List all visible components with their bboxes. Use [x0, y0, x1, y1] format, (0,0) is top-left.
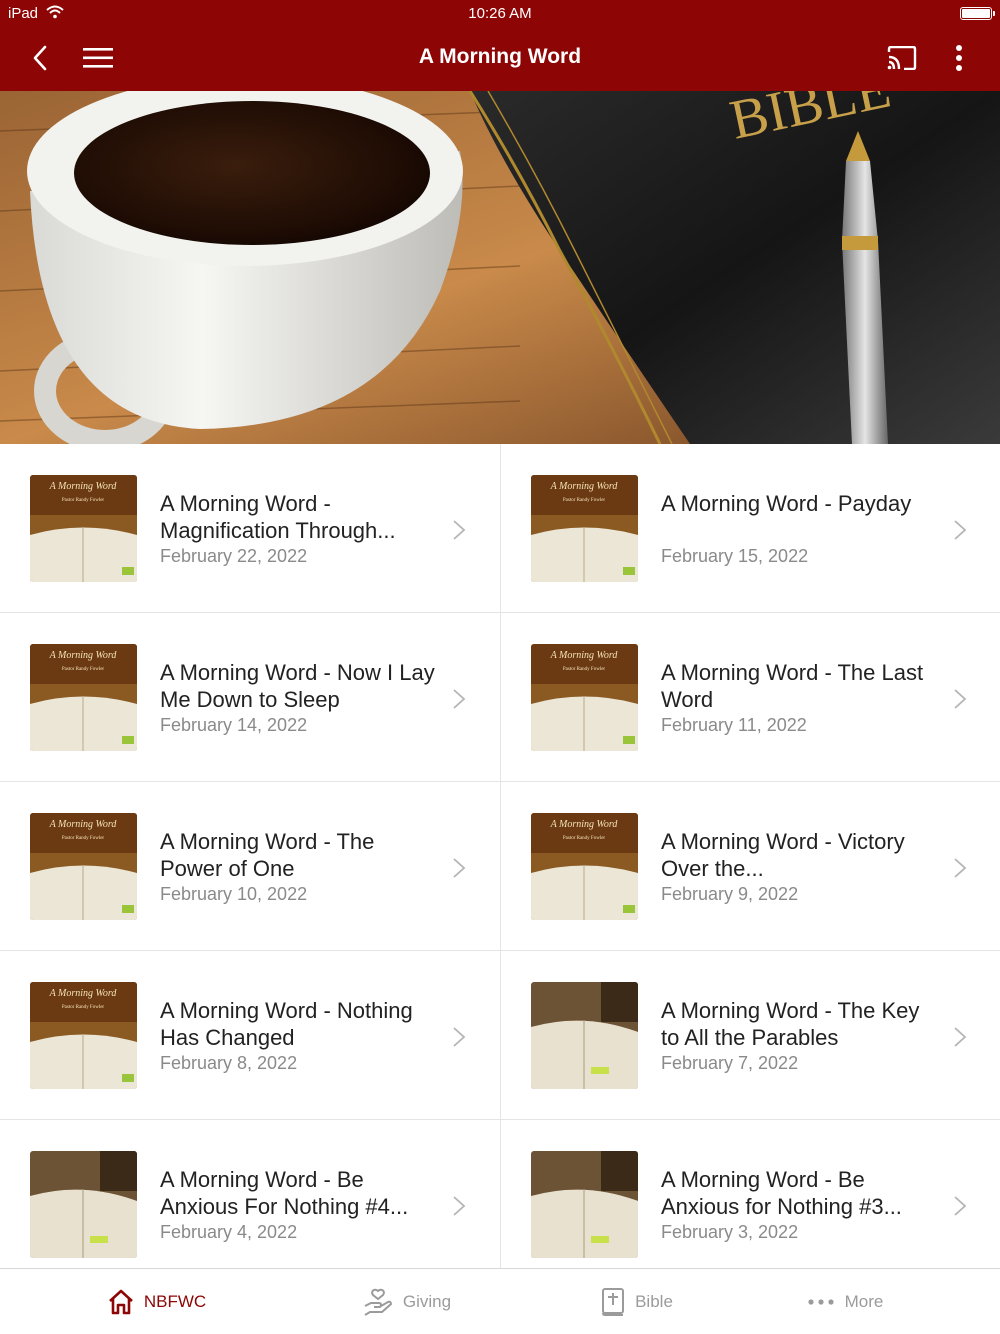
tab-bible[interactable]: Bible: [537, 1269, 737, 1334]
top-bar: iPad 10:26 AM A Morning Word: [0, 0, 1000, 91]
item-title: A Morning Word - The Key to All the Para…: [661, 998, 920, 1050]
tab-label: Bible: [635, 1292, 673, 1311]
battery-icon: [960, 7, 995, 20]
hero-image: BIBLE: [0, 91, 1000, 444]
svg-text:Pastor Randy Fowler: Pastor Randy Fowler: [62, 667, 105, 672]
item-date: February 22, 2022: [160, 546, 308, 566]
back-button[interactable]: [20, 38, 60, 78]
chevron-left-icon: [33, 45, 47, 71]
svg-text:Pastor Randy Fowler: Pastor Randy Fowler: [563, 836, 606, 841]
chevron-right-icon: [453, 1196, 466, 1216]
svg-text:Pastor Randy Fowler: Pastor Randy Fowler: [62, 498, 105, 503]
more-options-button[interactable]: [939, 38, 979, 78]
item-date: February 8, 2022: [160, 1053, 298, 1073]
hamburger-menu-icon: [83, 48, 113, 68]
tab-nbfwc[interactable]: NBFWC: [57, 1269, 257, 1334]
svg-text:A Morning Word: A Morning Word: [550, 481, 619, 492]
thumbnail-morning-word-cover: A Morning Word Pastor Randy Fowler: [531, 475, 638, 582]
list-item[interactable]: A Morning Word Pastor Randy Fowler A Morn…: [500, 782, 1000, 951]
giving-hand-icon: [364, 1288, 392, 1316]
chevron-right-icon: [954, 1027, 967, 1047]
menu-button[interactable]: [78, 38, 118, 78]
svg-text:A Morning Word: A Morning Word: [550, 819, 619, 830]
item-title: A Morning Word - Be Anxious For Nothing …: [160, 1167, 409, 1219]
item-date: February 4, 2022: [160, 1222, 298, 1242]
tab-label: NBFWC: [143, 1292, 207, 1311]
svg-text:A Morning Word: A Morning Word: [49, 481, 118, 492]
item-date: February 7, 2022: [661, 1053, 799, 1073]
thumbnail-bible-photo: [531, 1151, 638, 1258]
svg-text:A Morning Word: A Morning Word: [49, 650, 118, 661]
cast-button[interactable]: [882, 38, 922, 78]
chevron-right-icon: [954, 520, 967, 540]
list-item[interactable]: A Morning Word Pastor Randy Fowler A Morn…: [0, 444, 500, 613]
item-title: A Morning Word - The Last Word: [661, 660, 924, 712]
chevron-right-icon: [954, 858, 967, 878]
bible-icon: [602, 1288, 625, 1316]
item-title: A Morning Word - Be Anxious for Nothing …: [661, 1167, 902, 1219]
more-vertical-icon: [956, 45, 962, 71]
thumbnail-bible-photo: [30, 1151, 137, 1258]
chevron-right-icon: [954, 1196, 967, 1216]
chevron-right-icon: [453, 520, 466, 540]
chevron-right-icon: [954, 689, 967, 709]
home-icon: [108, 1289, 133, 1315]
status-bar: iPad 10:26 AM: [0, 0, 1000, 28]
tab-more[interactable]: More: [745, 1269, 945, 1334]
item-title: A Morning Word - Victory Over the...: [661, 829, 905, 881]
item-date: February 10, 2022: [160, 884, 308, 904]
thumbnail-morning-word-cover: A Morning Word Pastor Randy Fowler: [531, 644, 638, 751]
item-title: A Morning Word - Nothing Has Changed: [160, 998, 413, 1050]
list-item[interactable]: A Morning Word Pastor Randy Fowler A Morn…: [500, 444, 1000, 613]
svg-text:A Morning Word: A Morning Word: [550, 650, 619, 661]
thumbnail-morning-word-cover: A Morning Word Pastor Randy Fowler: [30, 644, 137, 751]
thumbnail-bible-photo: [531, 982, 638, 1089]
episode-list: A Morning Word Pastor Randy Fowler A Morn…: [0, 444, 1000, 1289]
thumbnail-morning-word-cover: A Morning Word Pastor Randy Fowler: [531, 813, 638, 920]
item-date: February 3, 2022: [661, 1222, 799, 1242]
tab-label: Giving: [402, 1292, 452, 1311]
chevron-right-icon: [453, 1027, 466, 1047]
item-date: February 14, 2022: [160, 715, 308, 735]
tab-giving[interactable]: Giving: [307, 1269, 507, 1334]
chevron-right-icon: [453, 858, 466, 878]
tab-label: More: [844, 1292, 884, 1311]
chevron-right-icon: [453, 689, 466, 709]
page-title: A Morning Word: [418, 45, 582, 68]
svg-text:Pastor Randy Fowler: Pastor Randy Fowler: [62, 836, 105, 841]
more-dots-icon: [808, 1299, 834, 1305]
list-item[interactable]: A Morning Word Pastor Randy Fowler A Morn…: [500, 613, 1000, 782]
list-item[interactable]: A Morning Word Pastor Randy Fowler A Morn…: [0, 782, 500, 951]
clock: 10:26 AM: [468, 5, 532, 22]
svg-text:Pastor Randy Fowler: Pastor Randy Fowler: [62, 1005, 105, 1010]
thumbnail-morning-word-cover: A Morning Word Pastor Randy Fowler: [30, 982, 137, 1089]
thumbnail-morning-word-cover: A Morning Word Pastor Randy Fowler: [30, 475, 137, 582]
svg-text:A Morning Word: A Morning Word: [49, 988, 118, 999]
item-title: A Morning Word - Magnification Through..…: [160, 491, 396, 543]
item-date: February 11, 2022: [661, 715, 807, 735]
coffee-and-bible-illustration: BIBLE: [0, 91, 1000, 444]
list-item[interactable]: A Morning Word - Be Anxious for Nothing …: [500, 1120, 1000, 1289]
item-date: February 15, 2022: [661, 546, 809, 566]
tab-bar: NBFWC Giving Bible More: [0, 1268, 1000, 1334]
thumbnail-morning-word-cover: A Morning Word Pastor Randy Fowler: [30, 813, 137, 920]
svg-text:A Morning Word: A Morning Word: [49, 819, 118, 830]
item-title: A Morning Word - The Power of One: [160, 829, 375, 881]
item-date: February 9, 2022: [661, 884, 799, 904]
list-item[interactable]: A Morning Word - Be Anxious For Nothing …: [0, 1120, 500, 1289]
svg-text:Pastor Randy Fowler: Pastor Randy Fowler: [563, 667, 606, 672]
list-item[interactable]: A Morning Word Pastor Randy Fowler A Morn…: [0, 613, 500, 782]
cast-icon: [887, 46, 917, 70]
item-title: A Morning Word - Now I Lay Me Down to Sl…: [160, 660, 435, 712]
list-item[interactable]: A Morning Word - The Key to All the Para…: [500, 951, 1000, 1120]
svg-text:Pastor Randy Fowler: Pastor Randy Fowler: [563, 498, 606, 503]
item-title: A Morning Word - Payday: [661, 491, 912, 516]
list-item[interactable]: A Morning Word Pastor Randy Fowler A Morn…: [0, 951, 500, 1120]
